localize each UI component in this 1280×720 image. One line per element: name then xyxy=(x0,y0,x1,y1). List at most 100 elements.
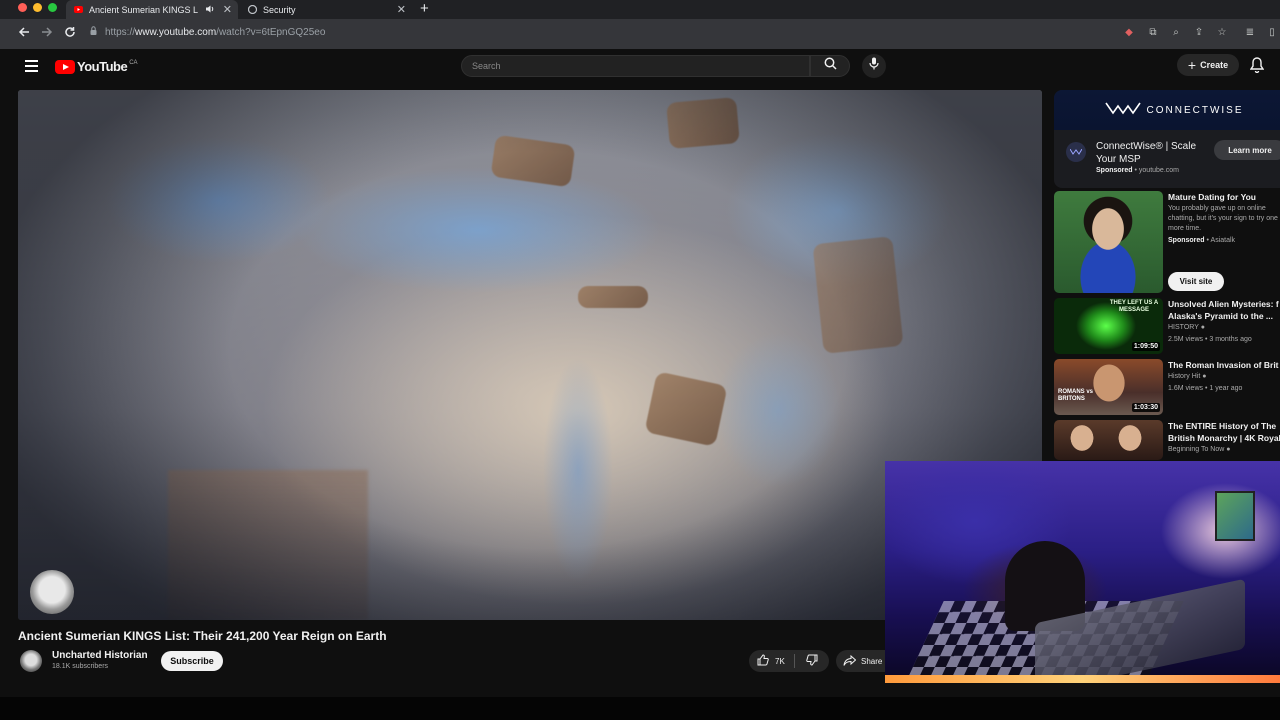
channel-name[interactable]: Uncharted Historian xyxy=(52,650,148,661)
voice-search-button[interactable] xyxy=(862,54,886,78)
video-title: Ancient Sumerian KINGS List: Their 241,2… xyxy=(18,629,387,643)
close-window-button[interactable] xyxy=(18,3,27,12)
share-label: Share xyxy=(861,656,883,666)
ad-title[interactable]: ConnectWise® | Scale Your MSP xyxy=(1096,140,1216,166)
tab-close-icon[interactable]: ✕ xyxy=(397,3,406,16)
country-code: CA xyxy=(129,59,138,66)
video-meta: 1.6M views • 1 year ago xyxy=(1168,385,1243,392)
thumbnail-text: ROMANS vs BRITONS xyxy=(1058,389,1094,402)
sponsored-label: Sponsored xyxy=(1096,167,1133,174)
advertiser-avatar xyxy=(1066,142,1086,162)
minimize-window-button[interactable] xyxy=(33,3,42,12)
ad-brand: CONNECTWISE xyxy=(1146,104,1244,116)
channel-name[interactable]: Beginning To Now ● xyxy=(1168,446,1231,453)
recommended-video[interactable]: ROMANS vs BRITONS 1:03:30 The Roman Inva… xyxy=(1054,359,1280,415)
reading-list-icon[interactable]: ≣ xyxy=(1244,27,1256,38)
browser-tab-bar: Ancient Sumerian KINGS L ✕ Security ✕ + xyxy=(0,0,1280,19)
like-count: 7K xyxy=(775,656,785,666)
speaker-icon[interactable] xyxy=(206,5,215,15)
ad-sponsor-line: Sponsored • Asiatalk xyxy=(1168,237,1236,244)
new-tab-button[interactable]: + xyxy=(420,0,429,17)
forward-arrow-icon[interactable] xyxy=(39,25,55,41)
tab-close-icon[interactable]: ✕ xyxy=(223,3,232,16)
url-scheme: https:// xyxy=(105,26,136,38)
video-title[interactable]: Unsolved Alien Mysteries: f Alaska's Pyr… xyxy=(1168,298,1280,322)
youtube-logo[interactable]: YouTube CA xyxy=(55,59,138,74)
extension-icon[interactable]: ◆ xyxy=(1123,27,1135,38)
video-thumbnail[interactable]: THEY LEFT US A MESSAGE 1:09:50 xyxy=(1054,298,1163,354)
browser-toolbar: https://www.youtube.com/watch?v=6tEpnGQ2… xyxy=(0,19,1280,49)
channel-name[interactable]: HISTORY ● xyxy=(1168,324,1205,331)
tab-title: Security xyxy=(263,4,296,15)
open-external-icon[interactable]: ⧉ xyxy=(1147,27,1159,38)
learn-more-button[interactable]: Learn more xyxy=(1214,140,1280,160)
subscriber-count: 18.1K subscribers xyxy=(52,663,109,670)
video-title[interactable]: The ENTIRE History of The British Monarc… xyxy=(1168,420,1280,444)
microphone-icon xyxy=(869,57,879,75)
thumbs-down-icon xyxy=(806,654,818,668)
reload-icon[interactable] xyxy=(62,25,78,41)
visit-site-button[interactable]: Visit site xyxy=(1168,272,1224,291)
connectwise-logo-icon xyxy=(1104,101,1141,120)
zoom-icon[interactable]: ⌕ xyxy=(1170,27,1182,38)
subscribe-button[interactable]: Subscribe xyxy=(161,651,223,671)
like-button[interactable]: 7K xyxy=(749,654,795,668)
tab-security[interactable]: Security ✕ xyxy=(240,0,412,19)
share-arrow-icon xyxy=(843,654,857,668)
youtube-play-icon xyxy=(55,59,75,74)
verified-check-icon: ● xyxy=(1202,373,1207,380)
video-thumbnail[interactable]: ROMANS vs BRITONS 1:03:30 xyxy=(1054,359,1163,415)
video-thumbnail[interactable] xyxy=(1054,191,1163,293)
notifications-bell-icon[interactable] xyxy=(1249,57,1265,78)
advertiser-name: Asiatalk xyxy=(1210,237,1236,244)
url-host: www.youtube.com xyxy=(135,26,217,38)
bookmark-star-icon[interactable]: ☆ xyxy=(1216,27,1228,38)
like-dislike-group: 7K xyxy=(749,650,829,672)
sponsored-label: Sponsored xyxy=(1168,237,1205,244)
thumbs-up-icon xyxy=(757,654,769,668)
plus-icon: + xyxy=(1187,57,1197,73)
ad-domain: youtube.com xyxy=(1138,167,1179,174)
thumbnail-text: THEY LEFT US A MESSAGE xyxy=(1109,300,1159,313)
create-label: Create xyxy=(1200,60,1229,70)
google-favicon-icon xyxy=(248,5,257,14)
tab-title: Ancient Sumerian KINGS L xyxy=(89,4,199,15)
ad-sponsor-line: Sponsored • youtube.com xyxy=(1096,167,1179,174)
tab-youtube[interactable]: Ancient Sumerian KINGS L ✕ xyxy=(66,0,238,19)
sponsored-video-card[interactable]: Mature Dating for You You probably gave … xyxy=(1054,191,1280,295)
url-path: /watch?v=6tEpnGQ25eo xyxy=(216,26,326,38)
search-input[interactable]: Search xyxy=(461,55,810,77)
dislike-button[interactable] xyxy=(795,654,829,668)
address-bar[interactable]: https://www.youtube.com/watch?v=6tEpnGQ2… xyxy=(90,26,325,38)
create-button[interactable]: + Create xyxy=(1177,54,1239,76)
sidebar-toggle-icon[interactable]: ▯ xyxy=(1266,27,1278,38)
video-title[interactable]: The Roman Invasion of Brit xyxy=(1168,359,1280,371)
duration-badge: 1:03:30 xyxy=(1131,403,1160,412)
video-meta: 2.5M views • 3 months ago xyxy=(1168,336,1252,343)
verified-check-icon: ● xyxy=(1226,446,1231,453)
youtube-favicon-icon xyxy=(74,5,83,14)
maximize-window-button[interactable] xyxy=(48,3,57,12)
channel-name[interactable]: History Hit ● xyxy=(1168,373,1206,380)
video-title[interactable]: Mature Dating for You xyxy=(1168,191,1280,203)
ad-banner: CONNECTWISE xyxy=(1054,90,1280,130)
back-arrow-icon[interactable] xyxy=(16,25,32,41)
search-icon xyxy=(824,57,837,75)
menu-icon[interactable] xyxy=(25,60,38,75)
search-button[interactable] xyxy=(810,55,850,77)
video-thumbnail[interactable] xyxy=(1054,420,1163,460)
youtube-header: YouTube CA Search + Create xyxy=(0,49,1280,83)
duration-badge: 1:09:50 xyxy=(1131,342,1160,351)
channel-avatar[interactable] xyxy=(20,650,42,672)
logo-text: YouTube xyxy=(77,59,128,74)
channel-watermark[interactable] xyxy=(30,570,74,614)
sponsored-ad-card[interactable]: CONNECTWISE ConnectWise® | Scale Your MS… xyxy=(1054,90,1280,188)
recommended-video[interactable]: THEY LEFT US A MESSAGE 1:09:50 Unsolved … xyxy=(1054,298,1280,354)
share-page-icon[interactable]: ⇪ xyxy=(1193,27,1205,38)
webcam-overlay xyxy=(885,461,1280,683)
recommended-video[interactable]: The ENTIRE History of The British Monarc… xyxy=(1054,420,1280,460)
studio-monitor-image xyxy=(1215,491,1255,541)
ad-description: You probably gave up on online chatting,… xyxy=(1168,205,1278,232)
verified-check-icon: ● xyxy=(1200,324,1205,331)
lock-icon xyxy=(90,26,97,38)
